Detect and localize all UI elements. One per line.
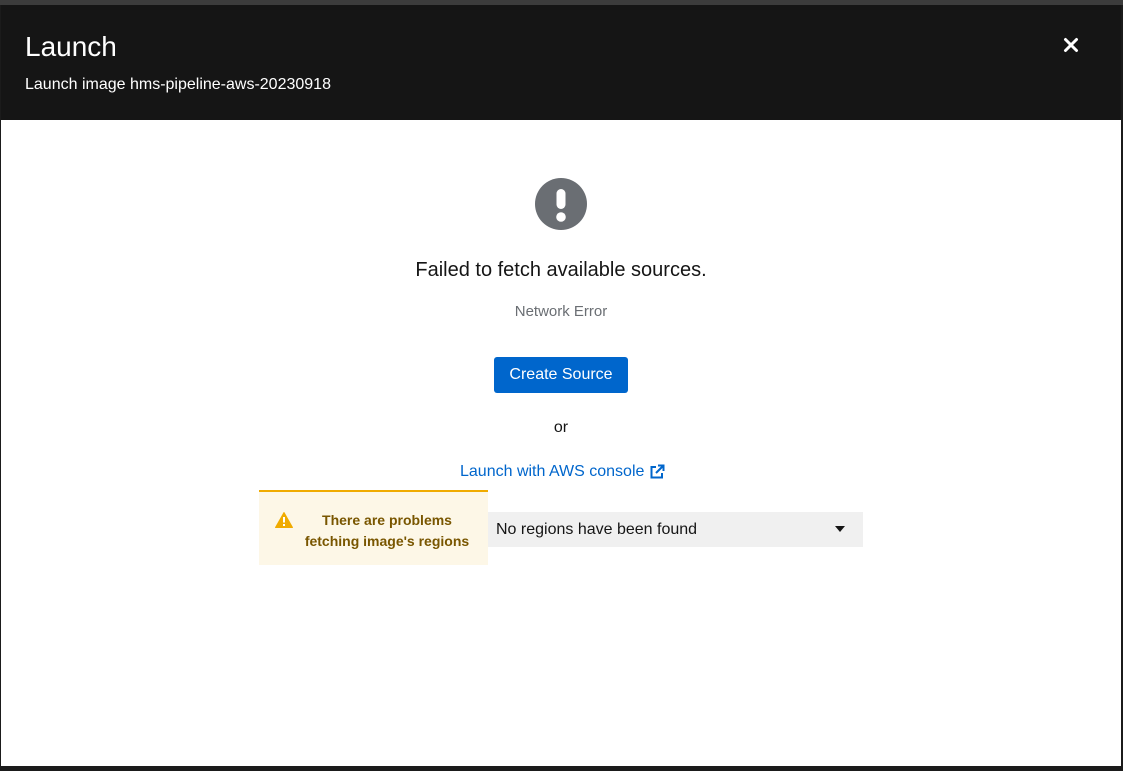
or-separator: or bbox=[553, 419, 569, 436]
warning-triangle-icon bbox=[275, 512, 293, 528]
caret-down-icon bbox=[835, 526, 845, 532]
modal-title: Launch bbox=[25, 31, 117, 62]
close-icon bbox=[1064, 38, 1078, 52]
launch-aws-console-link[interactable]: Launch with AWS console bbox=[460, 462, 665, 482]
regions-warning-text: There are problems fetching image's regi… bbox=[304, 512, 470, 549]
region-select[interactable]: No regions have been found bbox=[488, 512, 863, 547]
create-source-button[interactable]: Create Source bbox=[494, 357, 628, 393]
error-title: Failed to fetch available sources. bbox=[415, 259, 707, 281]
exclamation-circle-icon bbox=[535, 178, 587, 230]
region-select-value: No regions have been found bbox=[496, 520, 698, 538]
close-button[interactable] bbox=[1055, 29, 1087, 61]
external-link-icon bbox=[650, 464, 665, 479]
regions-warning-alert: There are problems fetching image's regi… bbox=[259, 490, 488, 565]
launch-modal: Launch Launch image hms-pipeline-aws-202… bbox=[1, 5, 1121, 766]
modal-subtitle: Launch image hms-pipeline-aws-20230918 bbox=[25, 76, 331, 93]
aws-link-label: Launch with AWS console bbox=[460, 463, 645, 480]
modal-header: Launch Launch image hms-pipeline-aws-202… bbox=[1, 5, 1121, 120]
error-message: Network Error bbox=[514, 303, 608, 320]
